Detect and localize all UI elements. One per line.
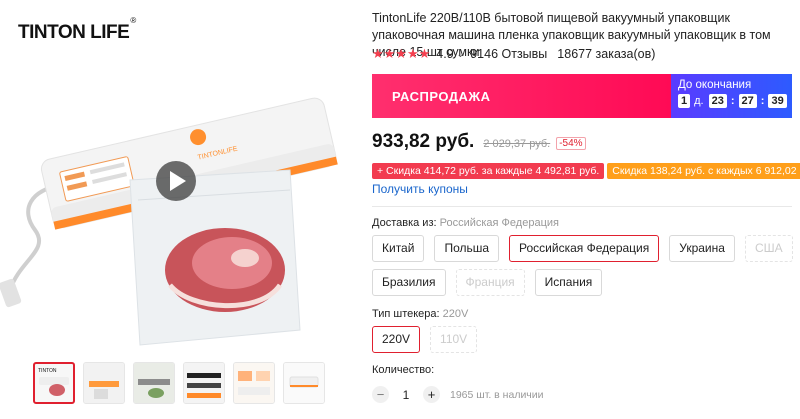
- timer-values: 1 д. 23 : 27 : 39: [678, 94, 787, 108]
- thumbnail-1[interactable]: TINTON: [33, 362, 75, 404]
- shipping-label-text: Доставка из:: [372, 217, 437, 229]
- price-row: 933,82 руб. 2 029,37 руб. -54%: [372, 131, 586, 153]
- chevron-down-icon[interactable]: ⌄: [457, 49, 465, 60]
- orders-count: 18677 заказа(ов): [557, 47, 656, 61]
- coupon-row: + Скидка 414,72 руб. за каждые 4 492,81 …: [372, 163, 800, 179]
- thumbnail-4[interactable]: [183, 362, 225, 404]
- shipping-selected-value: Российская Федерация: [439, 217, 559, 229]
- coupon-select[interactable]: Скидка 138,24 руб. с каждых 6 912,02 руб…: [607, 163, 800, 179]
- plug-label-text: Тип штекера:: [372, 308, 440, 320]
- vacuum-sealer-illustration: TINTONLIFE: [0, 97, 338, 346]
- quantity-stepper: − 1 + 1965 шт. в наличии: [372, 386, 544, 403]
- plug-option-220v[interactable]: 220V: [372, 326, 421, 353]
- svg-text:TINTON: TINTON: [38, 368, 57, 374]
- timer-days-unit: д.: [694, 95, 704, 107]
- stock-count: 1965 шт. в наличии: [450, 388, 544, 401]
- timer-colon: :: [760, 95, 765, 107]
- coupon-store[interactable]: + Скидка 414,72 руб. за каждые 4 492,81 …: [372, 163, 605, 179]
- ship-option-china[interactable]: Китай: [372, 235, 425, 262]
- ship-option-spain[interactable]: Испания: [534, 269, 603, 296]
- quantity-label: Количество:: [372, 364, 435, 376]
- current-price: 933,82 руб.: [372, 131, 475, 152]
- thumbnail-2[interactable]: [83, 362, 125, 404]
- ship-option-russia[interactable]: Российская Федерация: [509, 235, 660, 262]
- ship-option-poland[interactable]: Польша: [434, 235, 500, 262]
- rating-row: ★★★★★ 4.9 ⌄ 9146 Отзывы 18677 заказа(ов): [372, 46, 655, 62]
- sale-banner: РАСПРОДАЖА До окончания 1 д. 23 : 27 : 3…: [372, 74, 792, 118]
- get-coupons-link[interactable]: Получить купоны: [372, 182, 468, 196]
- plug-label: Тип штекера: 220V: [372, 308, 468, 320]
- reviews-link[interactable]: 9146 Отзывы: [470, 47, 547, 61]
- old-price: 2 029,37 руб.: [483, 138, 551, 150]
- ship-option-brazil[interactable]: Бразилия: [372, 269, 446, 296]
- shipping-label: Доставка из: Российская Федерация: [372, 217, 559, 229]
- quantity-value[interactable]: 1: [399, 388, 413, 402]
- plug-selected-value: 220V: [442, 308, 469, 320]
- plug-options: 220V 110V: [372, 326, 478, 353]
- play-icon[interactable]: [156, 161, 196, 201]
- ship-option-usa: США: [744, 235, 793, 262]
- plug-option-110v: 110V: [430, 326, 478, 353]
- brand-logo: TINTON LIFE®: [18, 16, 136, 44]
- star-icon: ★★★★★: [372, 46, 431, 61]
- countdown-timer: До окончания 1 д. 23 : 27 : 39: [671, 74, 792, 118]
- sale-label: РАСПРОДАЖА: [372, 74, 671, 118]
- thumbnail-6[interactable]: [283, 362, 325, 404]
- shipping-options-row-1: Китай Польша Российская Федерация Украин…: [372, 235, 793, 262]
- timer-days: 1: [678, 94, 691, 108]
- brand-name: TINTON LIFE: [18, 22, 130, 43]
- divider: [372, 206, 792, 207]
- rating-value[interactable]: 4.9: [436, 47, 453, 61]
- thumbnail-5[interactable]: [233, 362, 275, 404]
- thumbnail-strip: TINTON: [33, 362, 325, 404]
- countdown-label: До окончания: [678, 79, 752, 91]
- timer-hours: 23: [708, 94, 727, 108]
- ship-option-ukraine[interactable]: Украина: [669, 235, 735, 262]
- discount-badge: -54%: [556, 137, 586, 150]
- main-product-image[interactable]: TINTONLIFE: [0, 60, 362, 350]
- thumbnail-3[interactable]: [133, 362, 175, 404]
- brand-mark: ®: [130, 15, 136, 25]
- plus-button[interactable]: +: [423, 386, 440, 403]
- timer-colon: :: [730, 95, 735, 107]
- timer-seconds: 39: [768, 94, 787, 108]
- ship-option-france: Франция: [455, 269, 525, 296]
- product-gallery: TINTON LIFE® TINTONLIFE TINTON: [0, 0, 362, 419]
- shipping-options-row-2: Бразилия Франция Испания: [372, 269, 603, 296]
- timer-minutes: 27: [738, 94, 757, 108]
- minus-button[interactable]: −: [372, 386, 389, 403]
